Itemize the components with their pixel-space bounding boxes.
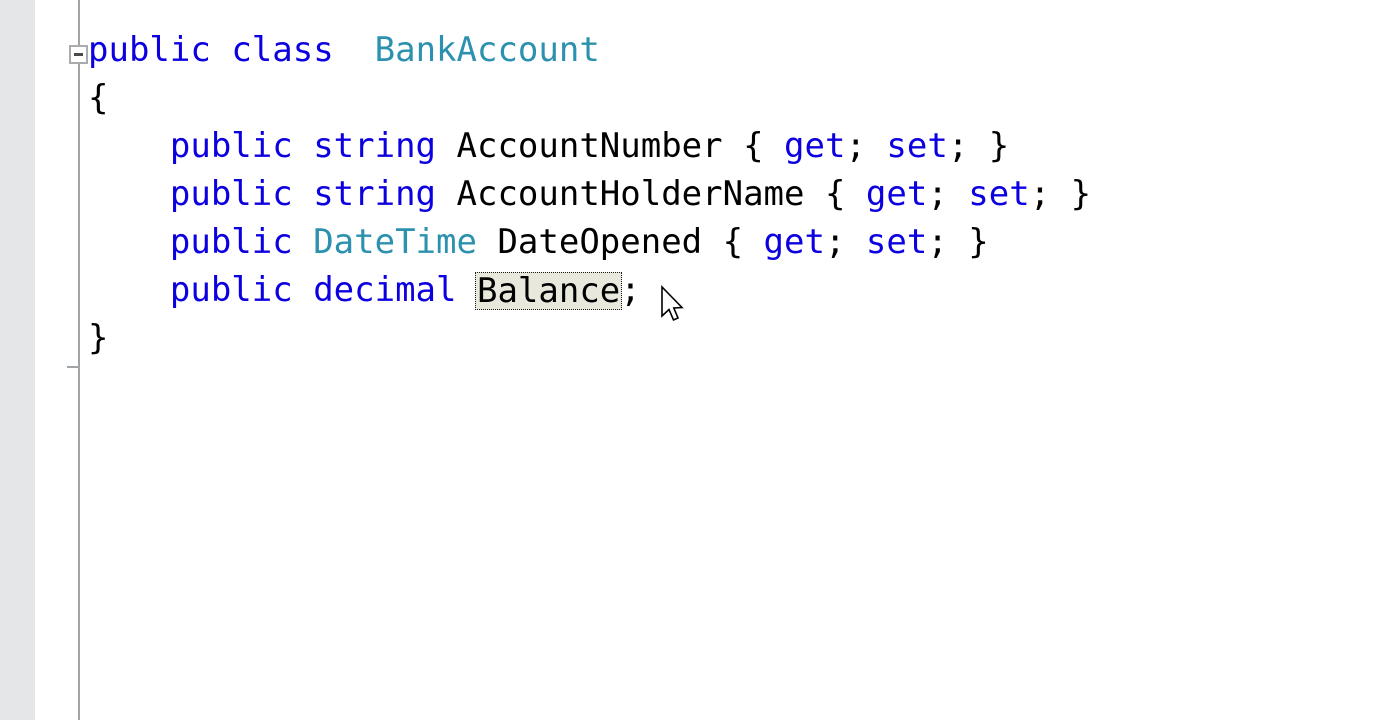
code-token-plain: { [88,78,109,118]
code-line[interactable]: { [88,74,1378,122]
code-token-plain: ; } [927,222,989,262]
code-token-plain: ; [824,222,866,262]
code-text-area[interactable]: public class BankAccount{ public string … [88,26,1378,716]
outlining-guide-line [78,0,80,720]
code-token-keyword: string [313,126,437,166]
minus-icon [74,53,83,56]
code-token-keyword: string [313,174,437,214]
code-line[interactable]: public string AccountNumber { get; set; … [88,122,1378,170]
code-token-keyword: class [231,30,334,70]
code-token-keyword: get [763,222,825,262]
code-token-type: DateTime [313,222,477,262]
code-token-keyword: public [169,222,293,262]
code-token-keyword: set [886,126,948,166]
code-token-plain: AccountNumber { [436,126,785,166]
code-token-plain: ; } [947,126,1010,166]
code-line[interactable]: public DateTime DateOpened { get; set; } [88,218,1378,266]
code-token-renamed: Balance [474,270,623,310]
outlining-collapse-toggle-icon[interactable] [69,45,88,64]
code-token-plain: ; [845,126,887,166]
code-token-keyword: public [88,30,211,70]
code-token-keyword: decimal [313,270,457,310]
code-token-keyword: get [784,126,846,166]
code-token-keyword: public [169,126,293,166]
code-line[interactable]: public decimal Balance; [88,266,1378,314]
code-token-plain: AccountHolderName { [436,174,866,214]
code-token-keyword: public [169,174,293,214]
code-token-keyword: set [968,174,1030,214]
code-line[interactable]: public class BankAccount [88,26,1378,74]
code-token-plain: DateOpened { [476,222,764,262]
code-token-keyword: get [865,174,928,214]
code-token-plain: ; [927,174,969,214]
outlining-region-end-tick [67,366,80,368]
code-token-type: BankAccount [374,30,600,70]
editor-gutter[interactable] [35,0,78,720]
code-token-plain: ; [620,270,641,310]
code-token-keyword: public [169,270,293,310]
code-editor-surface[interactable]: public class BankAccount{ public string … [0,0,1388,720]
rename-highlight-box[interactable]: Balance [474,272,623,310]
code-token-keyword: set [865,222,928,262]
code-token-plain: ; } [1029,174,1092,214]
code-line[interactable]: } [88,314,1378,362]
code-line[interactable]: public string AccountHolderName { get; s… [88,170,1378,218]
code-token-plain: } [88,318,109,358]
editor-indicator-margin[interactable] [0,0,35,720]
